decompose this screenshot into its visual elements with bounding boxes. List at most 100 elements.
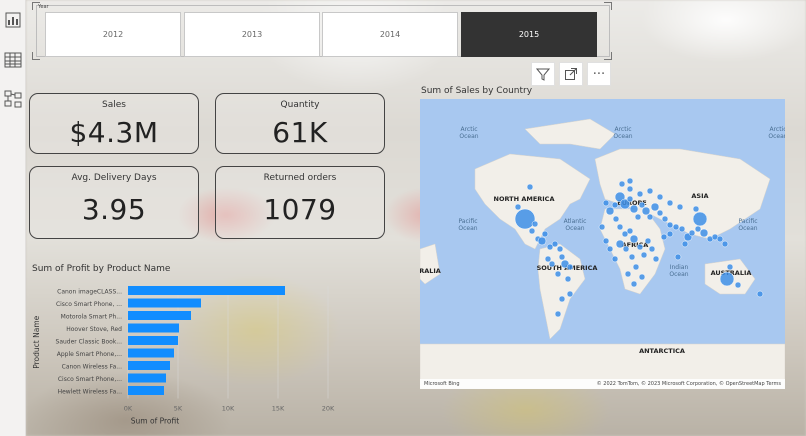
country-bubble[interactable] xyxy=(652,255,660,263)
country-bubble[interactable] xyxy=(666,221,674,229)
country-bubble[interactable] xyxy=(672,223,680,231)
country-bubble[interactable] xyxy=(566,263,574,271)
country-bubble[interactable] xyxy=(716,235,724,243)
bar[interactable] xyxy=(128,386,164,395)
country-bubble[interactable] xyxy=(699,228,709,238)
bar[interactable] xyxy=(128,348,174,358)
country-bubble[interactable] xyxy=(611,201,619,209)
country-bubble[interactable] xyxy=(660,233,668,241)
slicer-resize-handle[interactable] xyxy=(32,52,40,60)
country-bubble[interactable] xyxy=(636,243,644,251)
country-bubble[interactable] xyxy=(656,193,664,201)
country-bubble[interactable] xyxy=(556,245,564,253)
table-view-icon[interactable] xyxy=(3,50,23,70)
country-bubble[interactable] xyxy=(558,253,566,261)
country-bubble[interactable] xyxy=(622,245,630,253)
country-bubble[interactable] xyxy=(566,290,574,298)
model-view-icon[interactable] xyxy=(3,89,23,109)
country-bubble[interactable] xyxy=(602,199,610,207)
country-bubble[interactable] xyxy=(602,237,610,245)
country-bubble[interactable] xyxy=(676,203,684,211)
country-bubble[interactable] xyxy=(531,220,539,228)
country-bubble[interactable] xyxy=(514,208,536,230)
country-bubble[interactable] xyxy=(756,290,764,298)
country-bubble[interactable] xyxy=(618,180,626,188)
country-bubble[interactable] xyxy=(632,263,640,271)
country-bubble[interactable] xyxy=(544,255,552,263)
card-returned-orders[interactable]: Returned orders 1079 xyxy=(215,166,385,239)
country-bubble[interactable] xyxy=(721,240,729,248)
year-button-2012[interactable]: 2012 xyxy=(45,12,181,57)
country-bubble[interactable] xyxy=(638,201,646,209)
bar[interactable] xyxy=(128,286,285,295)
country-bubble[interactable] xyxy=(554,270,562,278)
country-bubble[interactable] xyxy=(548,260,556,268)
country-bubble[interactable] xyxy=(636,190,644,198)
country-bubble[interactable] xyxy=(626,227,634,235)
country-bubble[interactable] xyxy=(551,240,559,248)
country-bubble[interactable] xyxy=(598,223,606,231)
country-bubble[interactable] xyxy=(641,206,651,216)
country-bubble[interactable] xyxy=(537,236,547,246)
country-bubble[interactable] xyxy=(719,271,735,287)
country-bubble[interactable] xyxy=(612,215,620,223)
country-bubble[interactable] xyxy=(646,213,654,221)
focus-mode-button[interactable] xyxy=(559,62,583,86)
year-button-2014[interactable]: 2014 xyxy=(322,12,458,57)
country-bubble[interactable] xyxy=(616,223,624,231)
country-bubble[interactable] xyxy=(726,263,734,271)
filter-button[interactable] xyxy=(531,62,555,86)
slicer-resize-handle[interactable] xyxy=(604,2,612,10)
country-bubble[interactable] xyxy=(666,230,674,238)
copyright-text[interactable]: © 2022 TomTom, © 2023 Microsoft Corporat… xyxy=(597,381,781,387)
country-bubble[interactable] xyxy=(629,204,639,214)
country-bubble[interactable] xyxy=(656,209,664,217)
report-view-icon[interactable] xyxy=(3,10,23,30)
country-bubble[interactable] xyxy=(692,205,700,213)
bar[interactable] xyxy=(128,323,179,333)
country-bubble[interactable] xyxy=(605,206,615,216)
country-bubble[interactable] xyxy=(554,310,562,318)
bar[interactable] xyxy=(128,361,170,370)
country-bubble[interactable] xyxy=(611,255,619,263)
country-bubble[interactable] xyxy=(514,203,522,211)
bar[interactable] xyxy=(128,298,201,308)
country-bubble[interactable] xyxy=(644,237,652,245)
country-bubble[interactable] xyxy=(624,270,632,278)
country-bubble[interactable] xyxy=(666,199,674,207)
bar[interactable] xyxy=(128,373,166,383)
slicer-resize-handle[interactable] xyxy=(604,52,612,60)
country-bubble[interactable] xyxy=(528,227,536,235)
card-quantity[interactable]: Quantity 61K xyxy=(215,93,385,154)
country-bubble[interactable] xyxy=(626,185,634,193)
country-bubble[interactable] xyxy=(694,225,702,233)
sales-by-country-map[interactable]: ArcticOcean ArcticOcean ArcticOcean Paci… xyxy=(420,99,785,389)
bar[interactable] xyxy=(128,336,178,345)
country-bubble[interactable] xyxy=(629,234,639,244)
profit-by-product-chart[interactable]: 0K 5K 10K 15K 20K Canon imageCLASS... Cisco Sm… xyxy=(28,278,398,436)
more-options-button[interactable]: ··· xyxy=(587,62,611,86)
country-bubble[interactable] xyxy=(615,239,625,249)
country-bubble[interactable] xyxy=(650,202,660,212)
country-bubble[interactable] xyxy=(634,213,642,221)
country-bubble[interactable] xyxy=(541,230,549,238)
country-bubble[interactable] xyxy=(646,187,654,195)
year-button-2013[interactable]: 2013 xyxy=(184,12,320,57)
country-bubble[interactable] xyxy=(606,245,614,253)
country-bubble[interactable] xyxy=(628,253,636,261)
country-bubble[interactable] xyxy=(626,195,634,203)
country-bubble[interactable] xyxy=(638,273,646,281)
country-bubble[interactable] xyxy=(661,215,669,223)
year-button-2015[interactable]: 2015 xyxy=(461,12,597,57)
card-avg-delivery-days[interactable]: Avg. Delivery Days 3.95 xyxy=(29,166,199,239)
country-bubble[interactable] xyxy=(626,177,634,185)
slicer-resize-handle[interactable] xyxy=(32,2,40,10)
country-bubble[interactable] xyxy=(564,275,572,283)
country-bubble[interactable] xyxy=(630,280,638,288)
world-map[interactable]: ArcticOcean ArcticOcean ArcticOcean Paci… xyxy=(420,99,785,389)
country-bubble[interactable] xyxy=(692,211,708,227)
country-bubble[interactable] xyxy=(526,183,534,191)
country-bubble[interactable] xyxy=(681,240,689,248)
country-bubble[interactable] xyxy=(678,225,686,233)
card-sales[interactable]: Sales $4.3M xyxy=(29,93,199,154)
